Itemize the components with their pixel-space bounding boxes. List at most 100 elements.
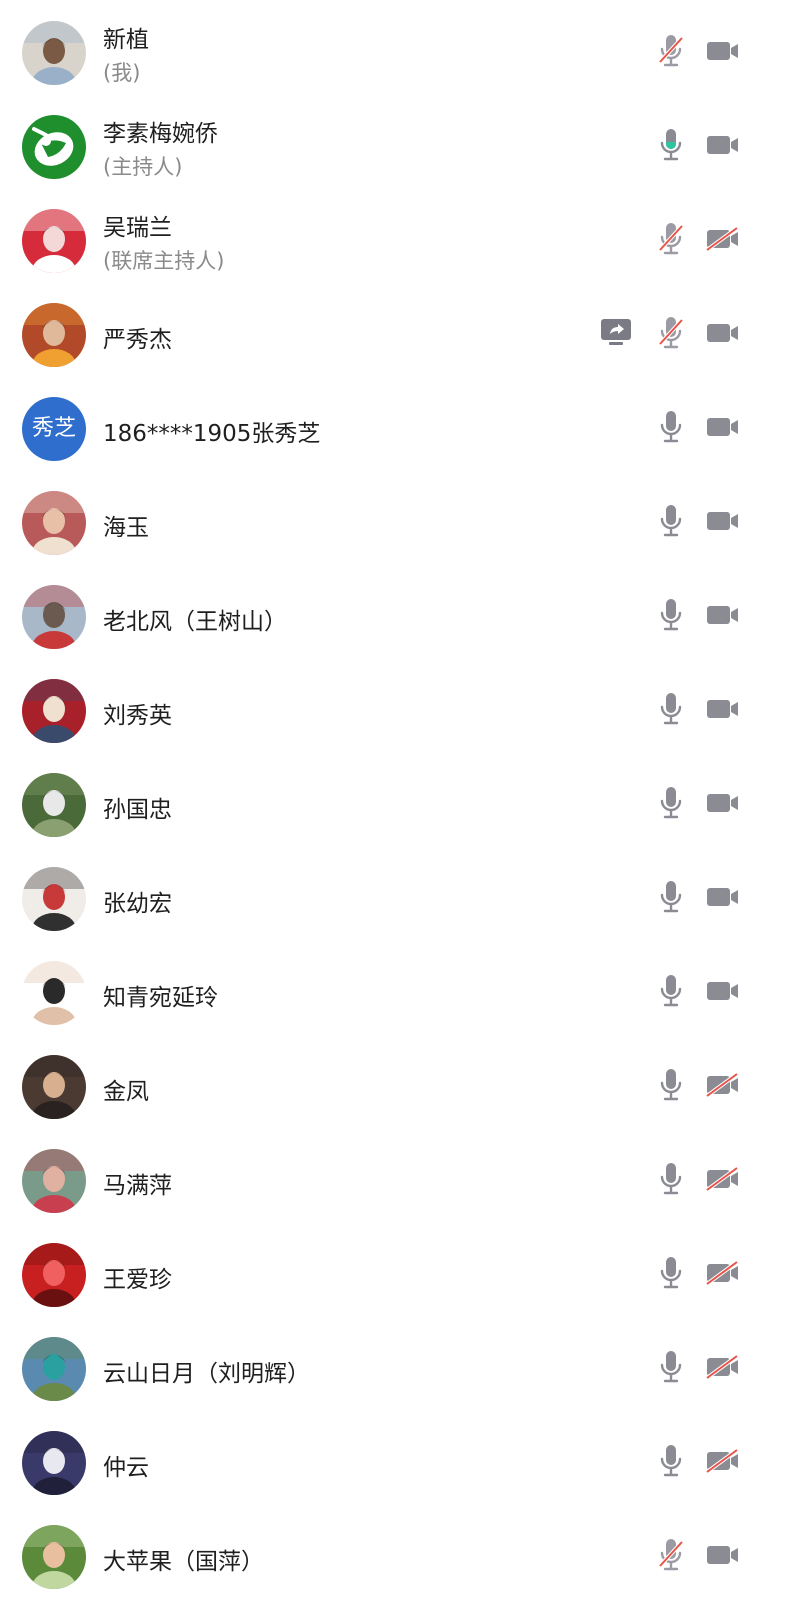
microphone-icon[interactable] xyxy=(657,410,685,444)
mic-muted-icon[interactable] xyxy=(657,34,685,68)
participant-row[interactable]: 秀芝 186****1905张秀芝 xyxy=(0,376,800,470)
participant-info: 大苹果（国萍） xyxy=(103,1504,583,1598)
camera-icon[interactable] xyxy=(706,697,740,721)
avatar xyxy=(22,303,86,367)
microphone-icon[interactable] xyxy=(657,128,685,162)
microphone-icon[interactable] xyxy=(657,598,685,632)
participant-name: 严秀杰 xyxy=(103,327,172,353)
participant-name: 大苹果（国萍） xyxy=(103,1549,264,1575)
avatar xyxy=(22,585,86,649)
microphone-icon[interactable] xyxy=(657,1350,685,1384)
camera-off-icon[interactable] xyxy=(706,1073,740,1097)
avatar xyxy=(22,679,86,743)
camera-icon[interactable] xyxy=(706,321,740,345)
camera-icon[interactable] xyxy=(706,1543,740,1567)
participant-info: 严秀杰 xyxy=(103,282,583,376)
camera-icon[interactable] xyxy=(706,885,740,909)
camera-icon[interactable] xyxy=(706,509,740,533)
camera-off-icon[interactable] xyxy=(706,1167,740,1191)
participant-name: 新植 xyxy=(103,27,149,53)
camera-icon[interactable] xyxy=(706,133,740,157)
participant-row[interactable]: 严秀杰 xyxy=(0,282,800,376)
participant-name: 孙国忠 xyxy=(103,797,172,823)
participant-row[interactable]: 老北风（王树山） xyxy=(0,564,800,658)
participant-info: 吴瑞兰 (联席主持人) xyxy=(103,188,583,282)
participant-name: 马满萍 xyxy=(103,1173,172,1199)
participant-name: 吴瑞兰 xyxy=(103,215,172,241)
participant-row[interactable]: 知青宛延玲 xyxy=(0,940,800,1034)
avatar xyxy=(22,1431,86,1495)
participant-row[interactable]: 刘秀英 xyxy=(0,658,800,752)
microphone-icon[interactable] xyxy=(657,1256,685,1290)
camera-off-icon[interactable] xyxy=(706,1449,740,1473)
avatar xyxy=(22,961,86,1025)
avatar xyxy=(22,1243,86,1307)
microphone-icon[interactable] xyxy=(657,1162,685,1196)
avatar xyxy=(22,1525,86,1589)
participant-name: 刘秀英 xyxy=(103,703,172,729)
mic-muted-icon[interactable] xyxy=(657,316,685,350)
participant-row[interactable]: 新植 (我) xyxy=(0,0,800,94)
participant-name: 张幼宏 xyxy=(103,891,172,917)
camera-icon[interactable] xyxy=(706,39,740,63)
participant-info: 王爱珍 xyxy=(103,1222,583,1316)
mic-muted-icon[interactable] xyxy=(657,222,685,256)
avatar xyxy=(22,115,86,179)
avatar xyxy=(22,209,86,273)
participant-info: 刘秀英 xyxy=(103,658,583,752)
participant-info: 孙国忠 xyxy=(103,752,583,846)
participant-info: 老北风（王树山） xyxy=(103,564,583,658)
avatar: 秀芝 xyxy=(22,397,86,461)
participant-row[interactable]: 孙国忠 xyxy=(0,752,800,846)
participant-info: 马满萍 xyxy=(103,1128,583,1222)
avatar xyxy=(22,1149,86,1213)
camera-off-icon[interactable] xyxy=(706,227,740,251)
camera-icon[interactable] xyxy=(706,791,740,815)
mic-muted-icon[interactable] xyxy=(657,1538,685,1572)
microphone-icon[interactable] xyxy=(657,692,685,726)
participant-row[interactable]: 马满萍 xyxy=(0,1128,800,1222)
avatar xyxy=(22,867,86,931)
participant-row[interactable]: 王爱珍 xyxy=(0,1222,800,1316)
microphone-icon[interactable] xyxy=(657,1444,685,1478)
camera-off-icon[interactable] xyxy=(706,1355,740,1379)
camera-icon[interactable] xyxy=(706,415,740,439)
participant-name: 海玉 xyxy=(103,515,149,541)
participant-row[interactable]: 张幼宏 xyxy=(0,846,800,940)
microphone-icon[interactable] xyxy=(657,1068,685,1102)
microphone-icon[interactable] xyxy=(657,974,685,1008)
participant-row[interactable]: 李素梅婉侨 (主持人) xyxy=(0,94,800,188)
participant-name: 王爱珍 xyxy=(103,1267,172,1293)
avatar xyxy=(22,21,86,85)
participant-name: 186****1905张秀芝 xyxy=(103,421,321,447)
microphone-icon[interactable] xyxy=(657,504,685,538)
participant-name: 云山日月（刘明辉） xyxy=(103,1361,310,1387)
participant-row[interactable]: 云山日月（刘明辉） xyxy=(0,1316,800,1410)
participant-row[interactable]: 仲云 xyxy=(0,1410,800,1504)
participant-info: 金凤 xyxy=(103,1034,583,1128)
participant-row[interactable]: 吴瑞兰 (联席主持人) xyxy=(0,188,800,282)
participant-list: 新植 (我) 李素梅婉侨 (主持人) 吴瑞兰 (联席主持人) 严秀杰秀芝 186****190… xyxy=(0,0,800,1598)
participant-row[interactable]: 大苹果（国萍） xyxy=(0,1504,800,1598)
avatar-initials: 秀芝 xyxy=(31,416,76,441)
participant-row[interactable]: 金凤 xyxy=(0,1034,800,1128)
microphone-icon[interactable] xyxy=(657,880,685,914)
microphone-icon[interactable] xyxy=(657,786,685,820)
camera-off-icon[interactable] xyxy=(706,1261,740,1285)
camera-icon[interactable] xyxy=(706,979,740,1003)
camera-icon[interactable] xyxy=(706,603,740,627)
avatar xyxy=(22,1337,86,1401)
participant-name: 金凤 xyxy=(103,1079,149,1105)
avatar xyxy=(22,491,86,555)
participant-info: 云山日月（刘明辉） xyxy=(103,1316,583,1410)
participant-info: 海玉 xyxy=(103,470,583,564)
participant-name: 老北风（王树山） xyxy=(103,609,287,635)
participant-row[interactable]: 海玉 xyxy=(0,470,800,564)
participant-info: 李素梅婉侨 (主持人) xyxy=(103,94,583,188)
participant-info: 张幼宏 xyxy=(103,846,583,940)
screen-share-icon[interactable] xyxy=(600,318,632,346)
participant-info: 知青宛延玲 xyxy=(103,940,583,1034)
participant-name: 仲云 xyxy=(103,1455,149,1481)
participant-info: 仲云 xyxy=(103,1410,583,1504)
avatar xyxy=(22,773,86,837)
